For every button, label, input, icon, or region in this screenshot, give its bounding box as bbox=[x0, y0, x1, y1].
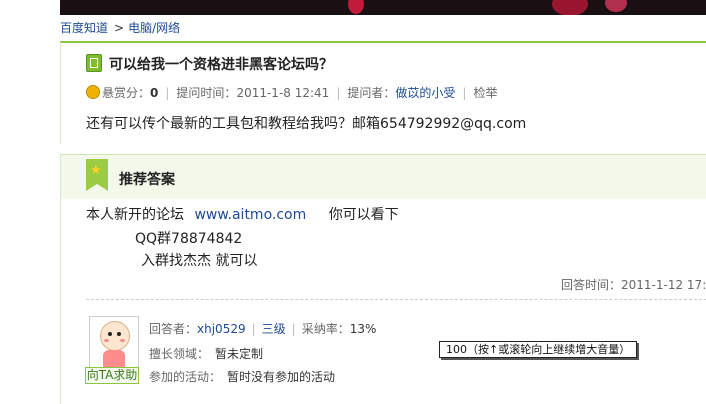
divider bbox=[86, 299, 706, 300]
time-value: 2011-1-8 12:41 bbox=[236, 86, 330, 100]
question-meta: 悬赏分：0 | 提问时间：2011-1-8 12:41 | 提问者：做苡的小受 | 检举 bbox=[86, 84, 497, 101]
level-link[interactable]: 三级 bbox=[262, 322, 286, 336]
field-label: 擅长领域： bbox=[149, 347, 210, 361]
answer-time: 回答时间：2011-1-12 17:3 bbox=[561, 278, 706, 292]
question-body: 还有可以传个最新的工具包和教程给我吗？邮箱654792992@qq.com bbox=[86, 116, 527, 132]
activity-row: 参加的活动： 暂时没有参加的活动 bbox=[149, 368, 335, 385]
top-banner bbox=[60, 0, 706, 15]
answerer-label: 回答者： bbox=[149, 322, 198, 336]
breadcrumb: 百度知道 > 电脑/网络 bbox=[60, 19, 180, 36]
question-icon bbox=[86, 54, 102, 72]
answer-panel: ★ 推荐答案 本人新开的论坛 www.aitmo.com 你可以看下 QQ群78… bbox=[60, 154, 706, 404]
reward-label: 悬赏分： bbox=[102, 86, 151, 100]
breadcrumb-separator: > bbox=[114, 21, 125, 35]
asker-link[interactable]: 做苡的小受 bbox=[395, 86, 455, 100]
banner-decoration bbox=[348, 0, 364, 14]
expertise-row: 擅长领域： 暂未定制 bbox=[149, 345, 263, 362]
answerer-info: 回答者：xhj0529 | 三级 | 采纳率：13% bbox=[149, 322, 377, 336]
rate-label: 采纳率： bbox=[301, 322, 350, 336]
asker-label: 提问者： bbox=[347, 86, 396, 100]
answer-line-1: 本人新开的论坛 www.aitmo.com 你可以看下 bbox=[86, 204, 399, 224]
activity-value: 暂时没有参加的活动 bbox=[227, 370, 336, 384]
answer-text: 你可以看下 bbox=[328, 207, 399, 223]
question-panel: 可以给我一个资格进非黑客论坛吗？ 悬赏分：0 | 提问时间：2011-1-8 12:… bbox=[60, 41, 706, 144]
activity-label: 参加的活动： bbox=[149, 370, 222, 384]
ribbon-icon: ★ bbox=[86, 159, 108, 191]
answer-line-2: QQ群78874842 bbox=[135, 231, 243, 247]
breadcrumb-category-link[interactable]: 电脑/网络 bbox=[128, 21, 180, 35]
field-value: 暂未定制 bbox=[215, 347, 264, 361]
banner-decoration bbox=[605, 0, 627, 12]
breadcrumb-root-link[interactable]: 百度知道 bbox=[60, 21, 108, 35]
answer-line-3: 入群找杰杰 就可以 bbox=[141, 253, 258, 269]
answer-header-title: 推荐答案 bbox=[119, 172, 175, 188]
answer-header: ★ 推荐答案 bbox=[61, 154, 706, 199]
answerer-link[interactable]: xhj0529 bbox=[197, 322, 246, 336]
report-link[interactable]: 检举 bbox=[473, 86, 497, 100]
volume-tooltip: 100（按↑或滚轮向上继续增大音量） bbox=[439, 341, 638, 358]
time-label: 提问时间： bbox=[176, 86, 237, 100]
answer-text: 本人新开的论坛 bbox=[86, 207, 184, 223]
avatar[interactable] bbox=[89, 316, 139, 368]
forum-link[interactable]: www.aitmo.com bbox=[194, 207, 306, 223]
rate-value: 13% bbox=[349, 322, 377, 336]
banner-decoration bbox=[552, 0, 588, 15]
ask-for-help-button[interactable]: 向TA求助 bbox=[85, 367, 139, 384]
reward-value: 0 bbox=[150, 86, 159, 100]
question-title: 可以给我一个资格进非黑客论坛吗？ bbox=[109, 57, 333, 73]
star-icon: ★ bbox=[90, 163, 102, 178]
coin-icon bbox=[86, 85, 100, 99]
